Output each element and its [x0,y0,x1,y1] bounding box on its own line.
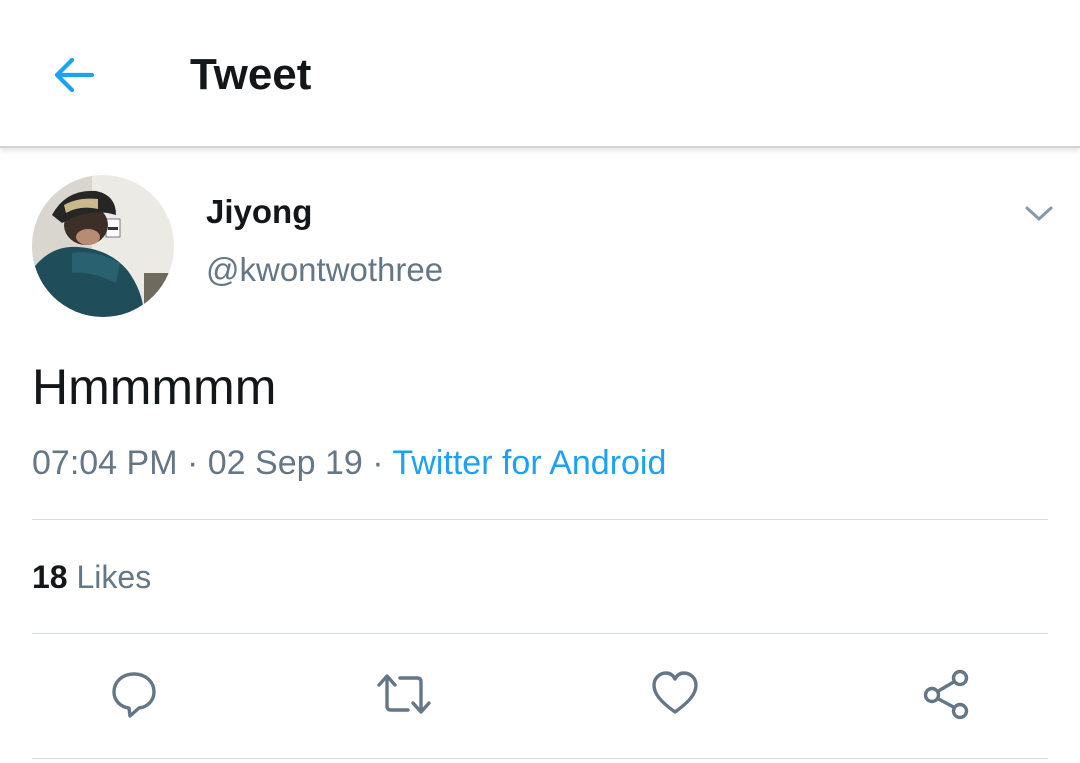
tweet-source-link[interactable]: Twitter for Android [392,444,666,482]
back-button[interactable] [44,46,104,104]
retweet-button[interactable] [374,664,434,724]
speech-bubble-icon [112,672,156,718]
chevron-down-icon [1025,206,1053,221]
like-button[interactable] [645,664,705,724]
retweet-icon [377,674,431,714]
likes-label: Likes [76,559,152,595]
share-button[interactable] [916,664,976,724]
avatar[interactable] [32,175,174,317]
profile-photo [32,175,174,317]
heart-icon [652,671,698,714]
likes-stat[interactable]: 18 Likes [32,557,151,597]
tweet-date: 02 Sep 19 [207,444,363,482]
tweet-time: 07:04 PM [32,444,178,482]
app-bar: Tweet [0,0,1080,148]
page-title: Tweet [190,50,312,99]
tweet-options-button[interactable] [1018,196,1060,232]
reply-button[interactable] [104,664,164,724]
tweet-meta: 07:04 PM · 02 Sep 19 · Twitter for Andro… [32,442,666,484]
meta-separator: · [362,444,393,482]
divider [32,519,1048,520]
share-icon [923,669,969,720]
tweet-text: Hmmmmm [32,359,277,415]
divider [32,758,1048,759]
divider [32,633,1048,634]
likes-count: 18 [32,559,68,595]
author-handle[interactable]: @kwontwothree [206,250,443,290]
meta-separator: · [177,444,208,482]
author-display-name[interactable]: Jiyong [206,192,312,232]
arrow-left-icon [54,57,95,93]
